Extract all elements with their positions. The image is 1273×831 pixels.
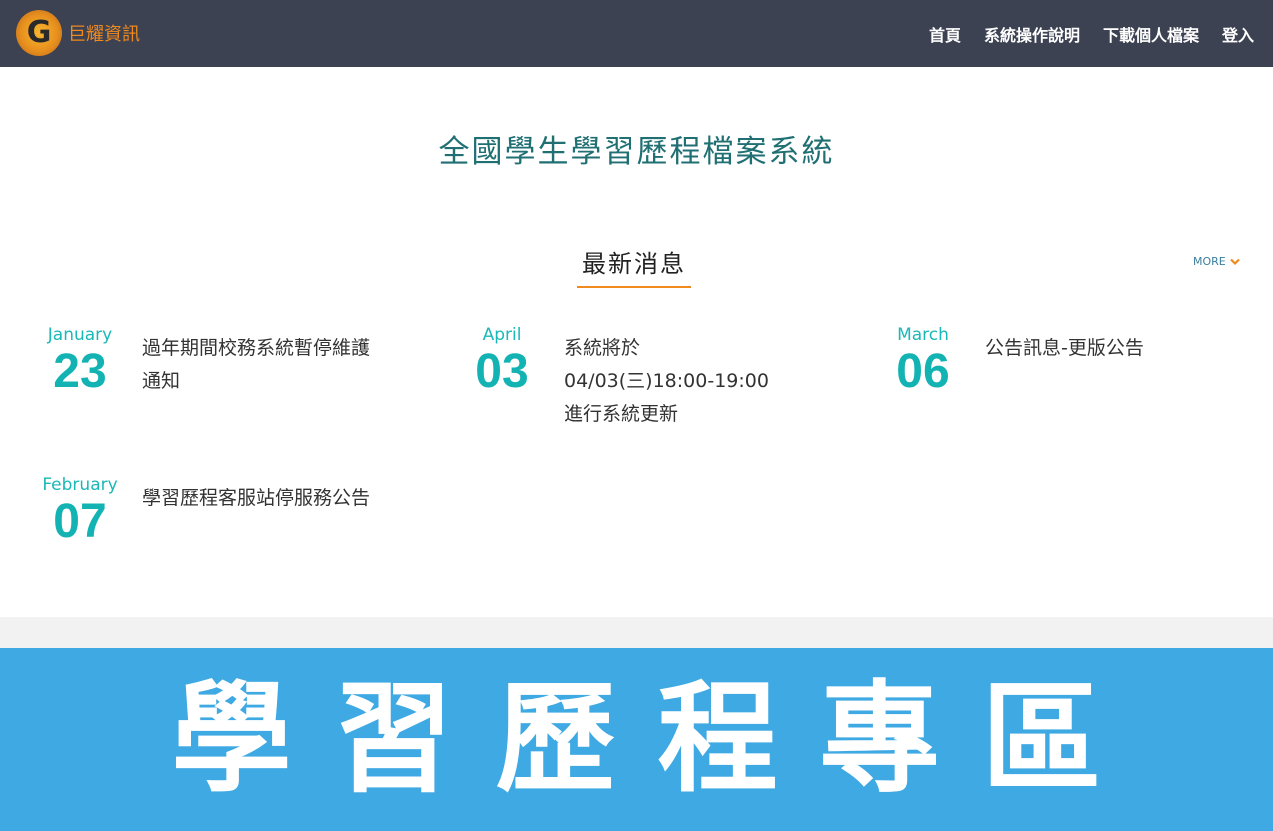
news-title-link[interactable]: 系統將於04/03(三)18:00-19:00 進行系統更新 xyxy=(564,332,789,431)
news-title-link[interactable]: 過年期間校務系統暫停維護通知 xyxy=(142,332,372,398)
portfolio-banner[interactable]: 學習歷程專區 xyxy=(0,648,1273,831)
page-title: 全國學生學習歷程檔案系統 xyxy=(438,134,835,170)
news-title-link[interactable]: 公告訊息-更版公告 xyxy=(985,332,1225,365)
heading-underline xyxy=(577,286,691,288)
news-date: January 23 xyxy=(40,325,120,399)
news-day: 23 xyxy=(53,345,107,398)
news-title-link[interactable]: 學習歷程客服站停服務公告 xyxy=(142,482,372,515)
brand-logo-link[interactable]: G 巨耀資訊 xyxy=(16,10,140,56)
news-date: February 07 xyxy=(40,475,120,549)
news-date: March 06 xyxy=(883,325,963,399)
more-label: MORE xyxy=(1193,255,1226,268)
logo-letter: G xyxy=(26,15,52,50)
banner-title: 學習歷程專區 xyxy=(171,670,1144,809)
news-month: March xyxy=(897,325,949,345)
logo-icon: G xyxy=(16,10,62,56)
top-navbar: G 巨耀資訊 首頁 系統操作說明 下載個人檔案 登入 xyxy=(0,0,1273,67)
news-heading: 最新消息 xyxy=(582,250,686,278)
news-day: 07 xyxy=(53,495,107,548)
more-link[interactable]: MORE xyxy=(1193,255,1240,268)
brand-name: 巨耀資訊 xyxy=(68,24,140,45)
section-divider xyxy=(0,617,1273,648)
news-month: April xyxy=(482,325,522,345)
news-day: 03 xyxy=(475,345,529,398)
main-nav: 首頁 系統操作說明 下載個人檔案 登入 xyxy=(906,22,1254,46)
news-date: April 03 xyxy=(462,325,542,399)
nav-login[interactable]: 登入 xyxy=(1222,22,1254,46)
news-day: 06 xyxy=(896,345,950,398)
chevron-down-icon xyxy=(1229,258,1240,265)
nav-manual[interactable]: 系統操作說明 xyxy=(984,22,1080,46)
nav-home[interactable]: 首頁 xyxy=(929,22,961,46)
nav-download[interactable]: 下載個人檔案 xyxy=(1103,22,1199,46)
news-month: January xyxy=(47,325,113,345)
news-month: February xyxy=(42,475,118,495)
